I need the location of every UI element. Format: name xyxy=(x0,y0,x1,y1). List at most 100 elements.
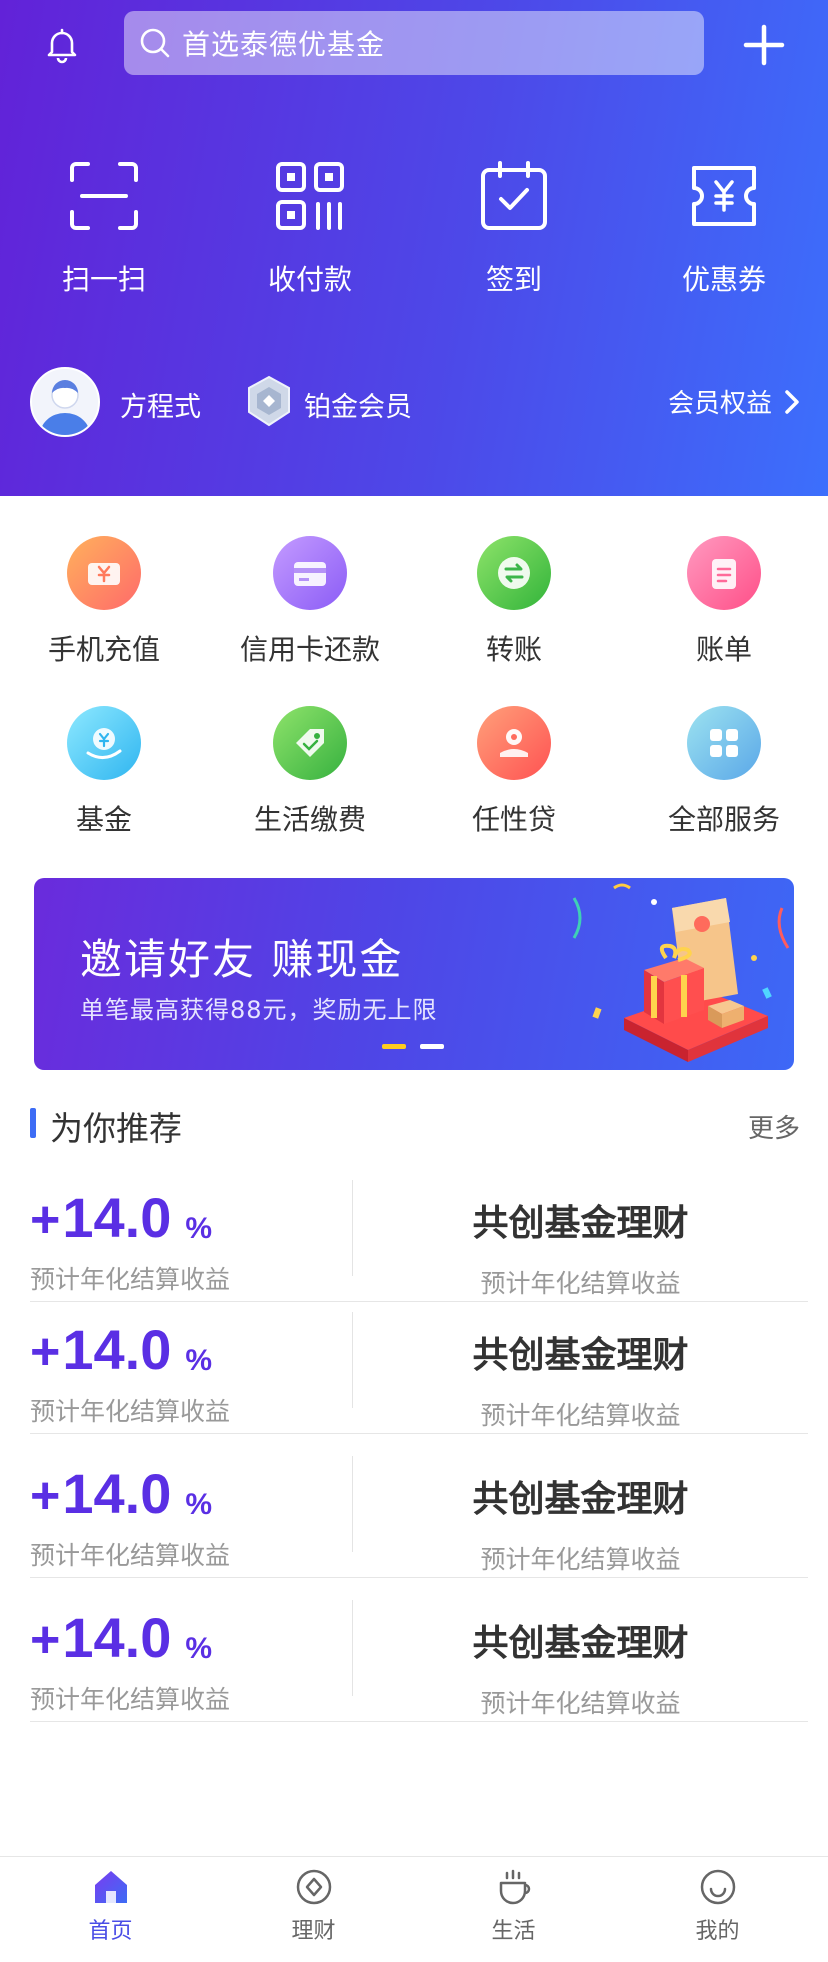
quick-action-scan[interactable]: 扫一扫 xyxy=(14,158,194,298)
product-name: 共创基金理财 xyxy=(472,1623,689,1664)
rate-block: + 14.0 % 预计年化结算收益 xyxy=(30,1466,350,1572)
header: 首选泰德优基金 扫一扫 收付款 签到 优惠券 方程式 铂金会员 会员权益 xyxy=(0,0,828,496)
section-title: 为你推荐 xyxy=(50,1109,182,1148)
product-caption: 预计年化结算收益 xyxy=(480,1401,681,1430)
product-name: 共创基金理财 xyxy=(472,1203,689,1244)
avatar[interactable] xyxy=(30,367,100,437)
list-item[interactable]: + 14.0 % 预计年化结算收益 共创基金理财 预计年化结算收益 xyxy=(30,1172,808,1302)
home-icon xyxy=(94,1871,127,1903)
row-divider xyxy=(30,1433,808,1434)
promo-banner[interactable]: 邀请好友 赚现金 单笔最高获得88元，奖励无上限 xyxy=(34,878,794,1070)
product-block: 共创基金理财 预计年化结算收益 xyxy=(353,1194,808,1300)
coupon-icon xyxy=(692,166,756,226)
banner-subtitle: 单笔最高获得88元，奖励无上限 xyxy=(80,996,438,1024)
rate-block: + 14.0 % 预计年化结算收益 xyxy=(30,1190,350,1296)
profile-smile-icon xyxy=(700,1869,735,1905)
quick-action-label: 优惠券 xyxy=(681,263,766,296)
service-life-payment[interactable]: 生活缴费 xyxy=(210,706,410,838)
product-name: 共创基金理财 xyxy=(472,1335,689,1376)
credit-card-icon xyxy=(273,536,347,610)
recommend-header: 为你推荐 更多 xyxy=(30,1100,800,1150)
tab-life[interactable]: 生活 xyxy=(410,1867,617,1945)
product-block: 共创基金理财 预计年化结算收益 xyxy=(353,1614,808,1720)
loan-icon xyxy=(477,706,551,780)
quick-action-label: 签到 xyxy=(485,263,542,296)
rate-caption: 预计年化结算收益 xyxy=(30,1265,231,1294)
banner-dot[interactable] xyxy=(420,1044,444,1049)
rate-sign: + xyxy=(30,1323,61,1381)
life-cup-icon xyxy=(499,1869,530,1905)
row-divider xyxy=(30,1721,808,1722)
section-accent-bar xyxy=(30,1108,36,1138)
fund-icon xyxy=(67,706,141,780)
list-item[interactable]: + 14.0 % 预计年化结算收益 共创基金理财 预计年化结算收益 xyxy=(30,1448,808,1578)
gift-box-icon xyxy=(572,883,790,1062)
rate-caption: 预计年化结算收益 xyxy=(30,1397,231,1426)
tab-home[interactable]: 首页 xyxy=(7,1867,214,1945)
tag-icon xyxy=(273,706,347,780)
banner-pagination xyxy=(382,1044,444,1049)
rate-caption: 预计年化结算收益 xyxy=(30,1685,231,1714)
product-caption: 预计年化结算收益 xyxy=(480,1545,681,1574)
service-fund[interactable]: 基金 xyxy=(4,706,204,838)
member-rights-link[interactable]: 会员权益 xyxy=(668,383,802,420)
tab-label: 理财 xyxy=(291,1919,336,1944)
tab-label: 首页 xyxy=(88,1919,133,1944)
tab-label: 生活 xyxy=(491,1919,536,1944)
quick-actions: 扫一扫 收付款 签到 优惠券 xyxy=(0,158,828,298)
service-credit-card[interactable]: 信用卡还款 xyxy=(210,536,410,668)
rate-sign: + xyxy=(30,1191,61,1249)
search-input[interactable]: 首选泰德优基金 xyxy=(124,11,704,75)
rate-value: + 14.0 % xyxy=(30,1186,350,1249)
qr-code-icon xyxy=(276,162,344,230)
search-placeholder: 首选泰德优基金 xyxy=(182,28,386,61)
platinum-badge-icon xyxy=(248,375,290,427)
rate-caption: 预计年化结算收益 xyxy=(30,1541,231,1570)
quick-action-label: 收付款 xyxy=(267,263,352,296)
rate-value: + 14.0 % xyxy=(30,1606,350,1669)
rate-block: + 14.0 % 预计年化结算收益 xyxy=(30,1322,350,1428)
service-transfer[interactable]: 转账 xyxy=(414,536,614,668)
more-link[interactable]: 更多 xyxy=(748,1108,800,1145)
username: 方程式 xyxy=(120,392,201,423)
tab-wealth[interactable]: 理财 xyxy=(210,1867,417,1945)
list-item[interactable]: + 14.0 % 预计年化结算收益 共创基金理财 预计年化结算收益 xyxy=(30,1304,808,1434)
rate-block: + 14.0 % 预计年化结算收益 xyxy=(30,1610,350,1716)
rate-number: 14.0 xyxy=(62,1318,172,1381)
product-block: 共创基金理财 预计年化结算收益 xyxy=(353,1326,808,1432)
quick-action-pay[interactable]: 收付款 xyxy=(220,158,400,298)
service-label: 基金 xyxy=(75,803,132,836)
rate-unit: % xyxy=(185,1344,213,1377)
rate-unit: % xyxy=(185,1212,213,1245)
rate-sign: + xyxy=(30,1467,61,1525)
service-bill[interactable]: 账单 xyxy=(624,536,824,668)
product-block: 共创基金理财 预计年化结算收益 xyxy=(353,1470,808,1576)
user-avatar-icon xyxy=(40,380,90,435)
service-label: 信用卡还款 xyxy=(239,633,380,666)
phone-recharge-icon xyxy=(67,536,141,610)
service-phone-recharge[interactable]: 手机充值 xyxy=(4,536,204,668)
plus-icon[interactable] xyxy=(743,24,785,66)
quick-action-coupon[interactable]: 优惠券 xyxy=(634,158,814,298)
all-services-icon xyxy=(687,706,761,780)
rate-unit: % xyxy=(185,1488,213,1521)
service-label: 任性贷 xyxy=(471,803,556,836)
product-caption: 预计年化结算收益 xyxy=(480,1689,681,1718)
calendar-check-icon xyxy=(481,161,547,230)
top-bar: 首选泰德优基金 xyxy=(0,10,828,76)
rate-number: 14.0 xyxy=(62,1606,172,1669)
member-bar: 方程式 铂金会员 会员权益 xyxy=(0,365,828,439)
transfer-icon xyxy=(477,536,551,610)
service-all[interactable]: 全部服务 xyxy=(624,706,824,838)
rate-number: 14.0 xyxy=(62,1186,172,1249)
banner-dot-active[interactable] xyxy=(382,1044,406,1049)
tab-profile[interactable]: 我的 xyxy=(614,1867,821,1945)
product-name: 共创基金理财 xyxy=(472,1479,689,1520)
list-item[interactable]: + 14.0 % 预计年化结算收益 共创基金理财 预计年化结算收益 xyxy=(30,1592,808,1722)
service-label: 账单 xyxy=(695,633,752,666)
quick-action-checkin[interactable]: 签到 xyxy=(424,158,604,298)
service-label: 转账 xyxy=(485,633,542,666)
member-rights-label: 会员权益 xyxy=(667,389,772,419)
bell-icon[interactable] xyxy=(42,25,82,65)
service-loan[interactable]: 任性贷 xyxy=(414,706,614,838)
